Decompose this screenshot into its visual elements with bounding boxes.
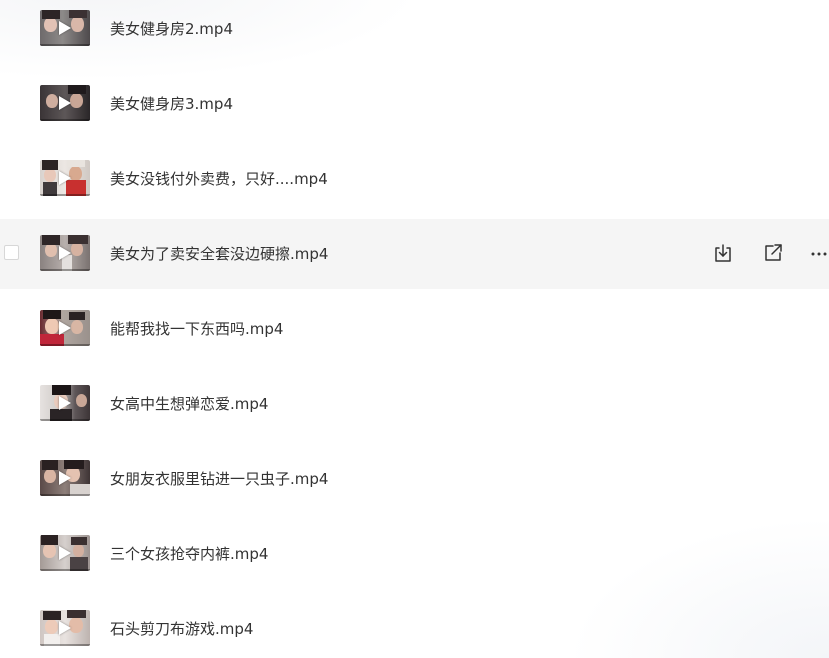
row-checkbox[interactable] [4, 245, 19, 260]
file-row[interactable]: 美女没钱付外卖费，只好....mp4 [0, 144, 829, 214]
file-row[interactable]: 石头剪刀布游戏.mp4 [0, 594, 829, 658]
file-name[interactable]: 三个女孩抢夺内裤.mp4 [110, 544, 268, 564]
file-row[interactable]: 女高中生想弹恋爱.mp4 [0, 369, 829, 439]
file-row[interactable]: 三个女孩抢夺内裤.mp4 [0, 519, 829, 589]
video-thumbnail[interactable] [40, 535, 90, 571]
file-row[interactable]: 美女健身房2.mp4 [0, 0, 829, 64]
play-icon [59, 321, 71, 335]
video-thumbnail[interactable] [40, 85, 90, 121]
file-name[interactable]: 石头剪刀布游戏.mp4 [110, 619, 253, 639]
more-icon[interactable] [807, 242, 829, 264]
video-thumbnail[interactable] [40, 610, 90, 646]
file-row-selected[interactable]: 美女为了卖安全套没边硬擦.mp4 [0, 219, 829, 289]
video-thumbnail[interactable] [40, 10, 90, 46]
file-name[interactable]: 女高中生想弹恋爱.mp4 [110, 394, 268, 414]
file-row[interactable]: 女朋友衣服里钻进一只虫子.mp4 [0, 444, 829, 514]
play-icon [59, 471, 71, 485]
file-name[interactable]: 美女没钱付外卖费，只好....mp4 [110, 169, 328, 189]
file-name[interactable]: 女朋友衣服里钻进一只虫子.mp4 [110, 469, 328, 489]
video-thumbnail[interactable] [40, 460, 90, 496]
file-name[interactable]: 美女健身房3.mp4 [110, 94, 233, 114]
download-icon[interactable] [712, 242, 734, 264]
play-icon [59, 546, 71, 560]
share-icon[interactable] [762, 242, 784, 264]
file-row[interactable]: 美女健身房3.mp4 [0, 69, 829, 139]
play-icon [59, 396, 71, 410]
play-icon [59, 621, 71, 635]
video-thumbnail[interactable] [40, 385, 90, 421]
video-thumbnail[interactable] [40, 160, 90, 196]
play-icon [59, 96, 71, 110]
play-icon [59, 171, 71, 185]
file-list: 美女健身房2.mp4 美女健身房3.mp4 美女没钱付外卖费，只好....mp4 [0, 0, 829, 658]
file-name[interactable]: 美女为了卖安全套没边硬擦.mp4 [110, 244, 328, 264]
file-name[interactable]: 能帮我找一下东西吗.mp4 [110, 319, 283, 339]
video-thumbnail[interactable] [40, 235, 90, 271]
file-row[interactable]: 能帮我找一下东西吗.mp4 [0, 294, 829, 364]
play-icon [59, 246, 71, 260]
play-icon [59, 21, 71, 35]
file-name[interactable]: 美女健身房2.mp4 [110, 19, 233, 39]
video-thumbnail[interactable] [40, 310, 90, 346]
